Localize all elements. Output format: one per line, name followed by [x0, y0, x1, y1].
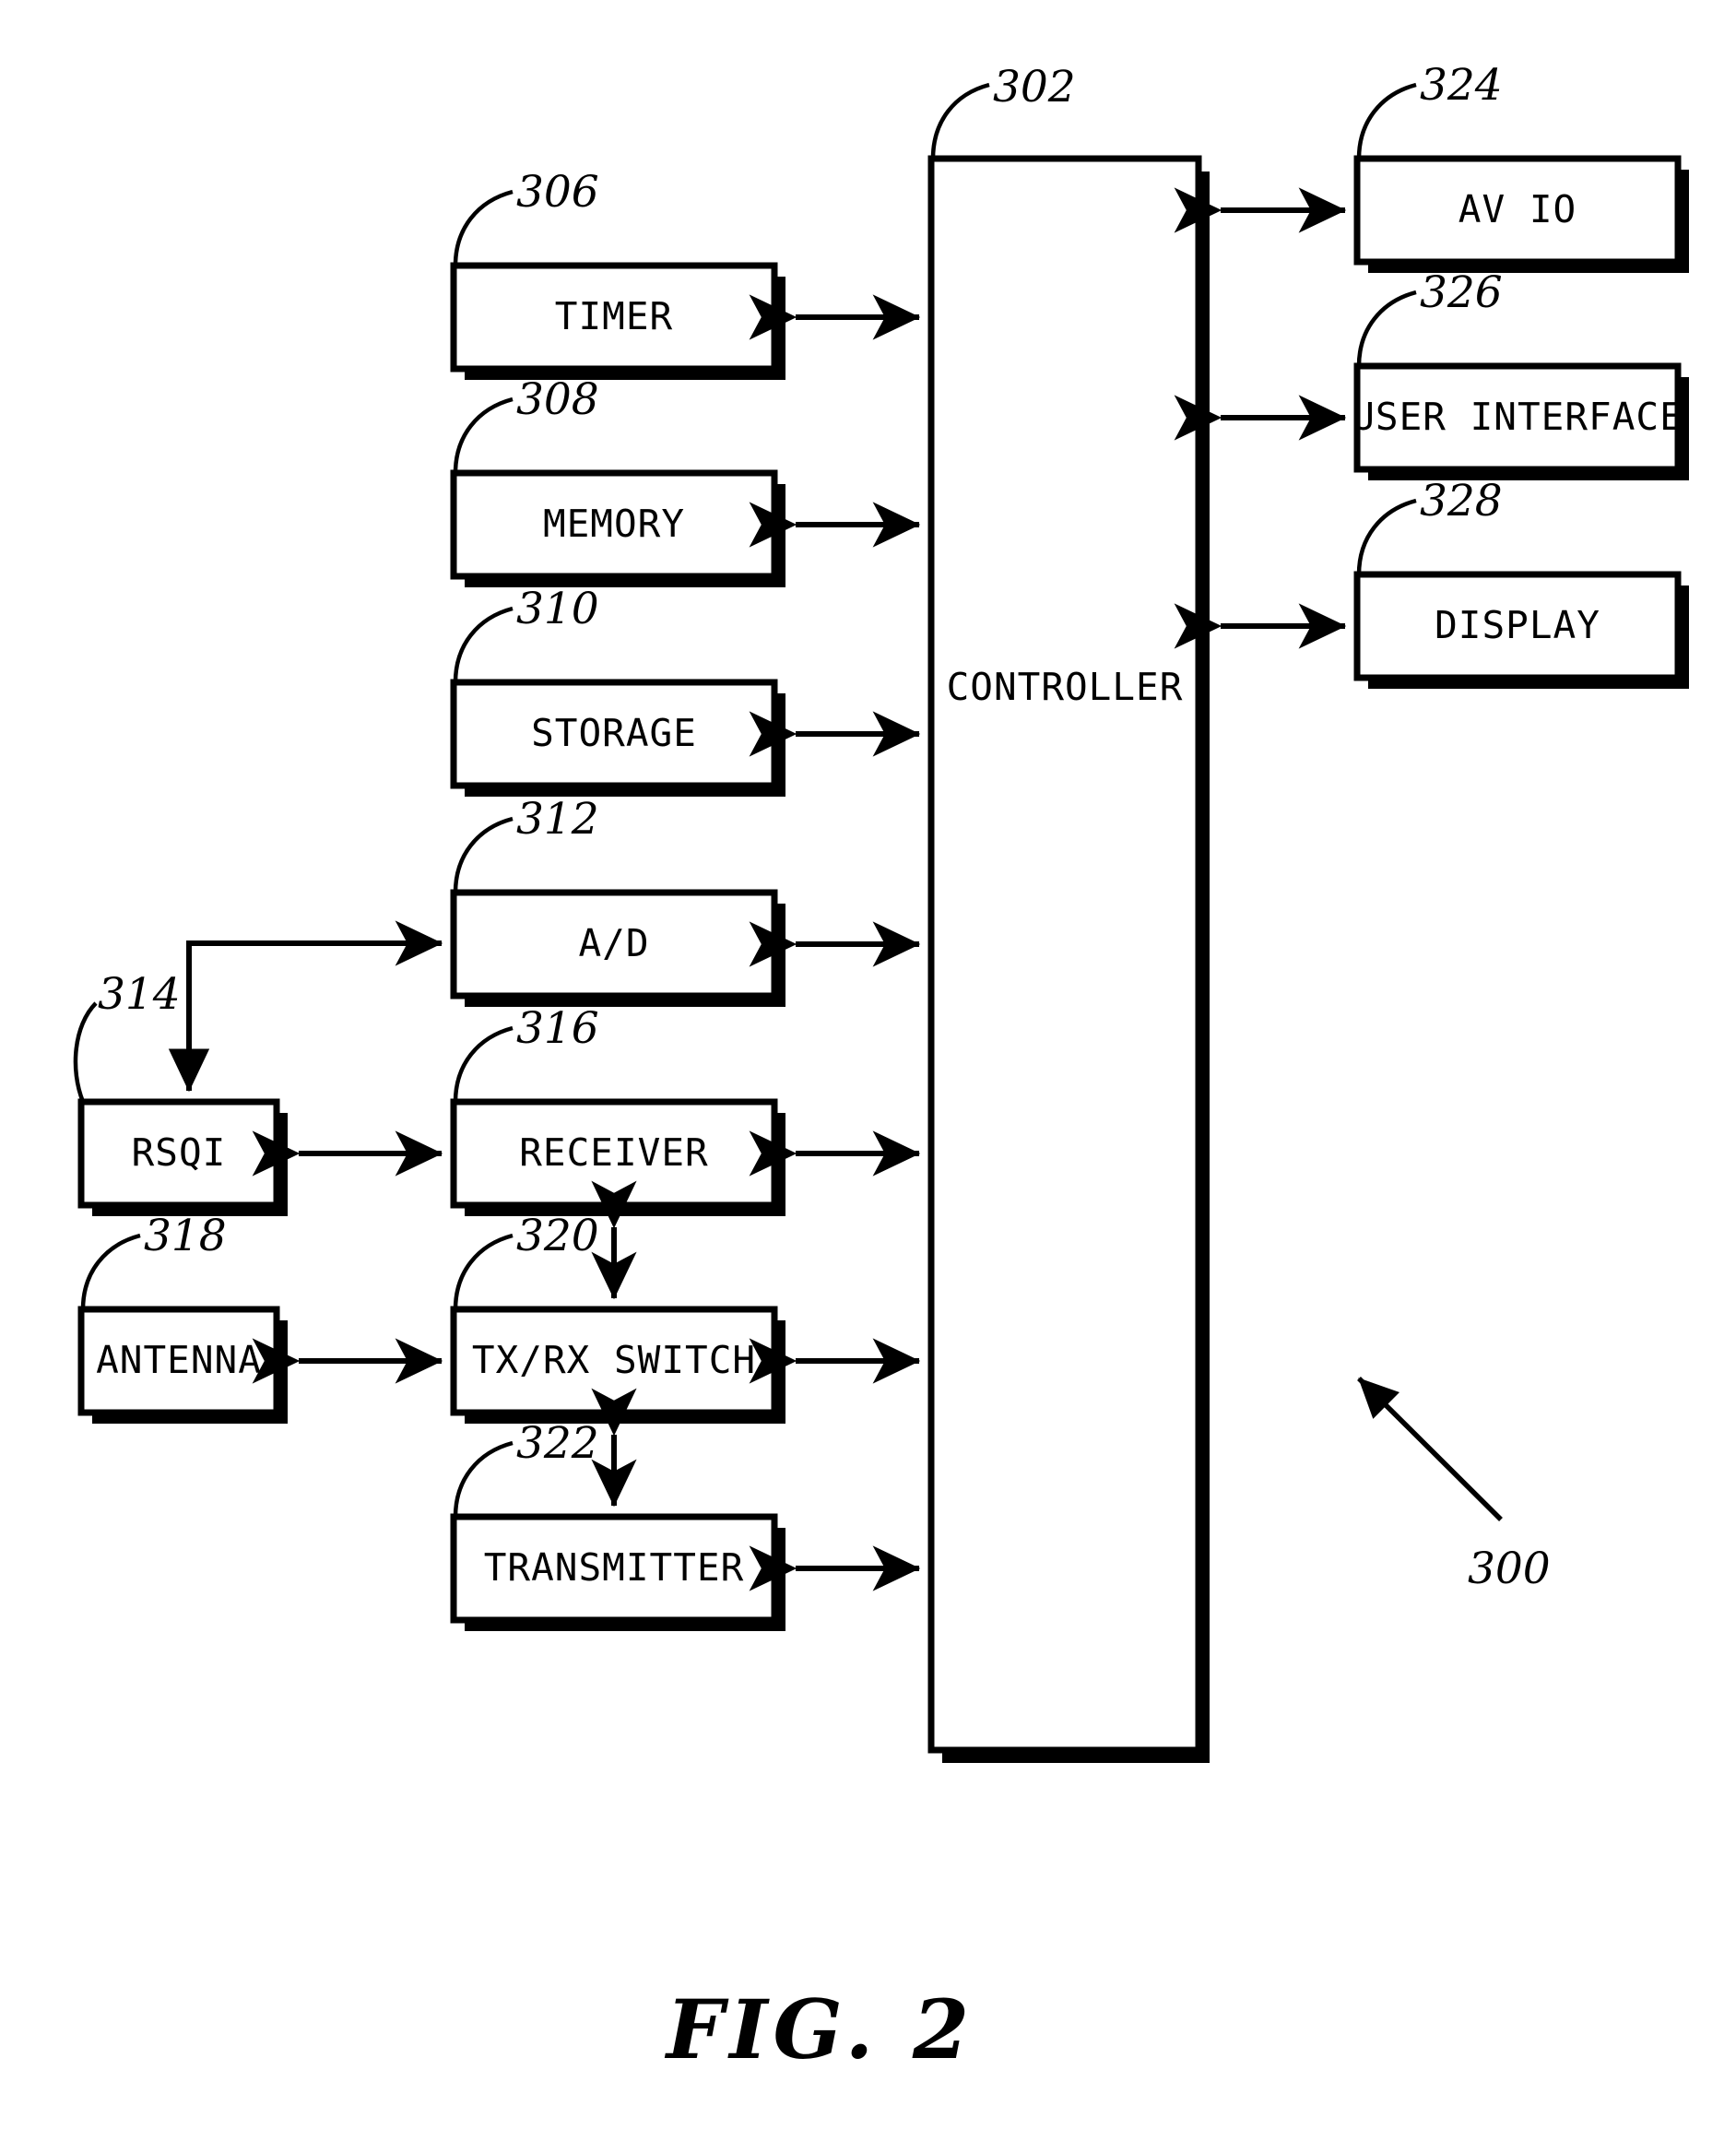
figure-caption: FIG. 2 [664, 1981, 974, 2077]
ref-326-label: 326 [1420, 267, 1503, 318]
ref-318-group: 318 [80, 1211, 227, 1310]
timer-label: TIMER [555, 294, 673, 338]
box-memory[interactable]: MEMORY [450, 469, 785, 587]
ref-300-group: 300 [1357, 1377, 1551, 1594]
ref-306-group: 306 [453, 167, 599, 266]
ui-label: USER INTERFACE [1352, 395, 1683, 439]
display-label: DISPLAY [1435, 603, 1600, 647]
ref-302-leader [930, 82, 990, 160]
box-transmitter[interactable]: TRANSMITTER [450, 1513, 785, 1631]
ref-324-group: 324 [1356, 60, 1503, 160]
ref-310-group: 310 [453, 584, 599, 683]
storage-label: STORAGE [531, 711, 697, 755]
figure-canvas: CONTROLLER 302 TIMER 306 MEMORY 308 STOR… [0, 0, 1736, 2129]
ref-314-label: 314 [98, 969, 181, 1020]
ref-310-label: 310 [516, 584, 599, 634]
controller-label: CONTROLLER [947, 665, 1184, 709]
ref-328-group: 328 [1356, 476, 1503, 575]
ref-308-leader [453, 396, 514, 474]
rsqi-label: RSQI [132, 1130, 227, 1175]
box-timer[interactable]: TIMER [450, 262, 785, 380]
block-diagram-svg: CONTROLLER 302 TIMER 306 MEMORY 308 STOR… [73, 60, 1689, 2077]
box-txrx-switch[interactable]: TX/RX SWITCH [450, 1306, 785, 1424]
ref-328-label: 328 [1420, 476, 1503, 526]
box-ad[interactable]: A/D [450, 889, 785, 1007]
ref-320-group: 320 [453, 1211, 599, 1310]
ref-324-leader [1356, 82, 1417, 160]
box-storage[interactable]: STORAGE [450, 679, 785, 797]
antenna-label: ANTENNA [96, 1338, 262, 1382]
ref-322-leader [453, 1440, 514, 1518]
ad-label: A/D [578, 921, 649, 965]
memory-label: MEMORY [543, 502, 685, 546]
ref-326-leader [1356, 290, 1417, 367]
ref-316-label: 316 [516, 1003, 599, 1054]
ref-302-group: 302 [930, 62, 1076, 160]
ref-302-label: 302 [993, 62, 1076, 112]
box-controller[interactable]: CONTROLLER [927, 155, 1210, 1763]
ref-324-label: 324 [1420, 60, 1503, 111]
ref-328-leader [1356, 498, 1417, 575]
ref-308-label: 308 [516, 374, 599, 425]
ref-312-label: 312 [516, 794, 599, 845]
ref-308-group: 308 [453, 374, 599, 474]
box-rsqi[interactable]: RSQI [77, 1098, 288, 1216]
ref-312-group: 312 [453, 794, 599, 893]
box-user-interface[interactable]: USER INTERFACE [1352, 362, 1689, 480]
ref-306-leader [453, 189, 514, 266]
ref-322-label: 322 [516, 1418, 599, 1469]
box-antenna[interactable]: ANTENNA [77, 1306, 288, 1424]
ref-310-leader [453, 606, 514, 683]
txrx-label: TX/RX SWITCH [472, 1338, 756, 1382]
ref-316-leader [453, 1025, 514, 1103]
ref-306-label: 306 [516, 167, 599, 218]
ref-322-group: 322 [453, 1418, 599, 1518]
box-receiver[interactable]: RECEIVER [450, 1098, 785, 1216]
controller-body [927, 155, 1202, 1754]
ref-300-label: 300 [1468, 1544, 1551, 1594]
ref-316-group: 316 [453, 1003, 599, 1103]
ref-318-leader [80, 1233, 141, 1310]
box-av-io[interactable]: AV IO [1353, 155, 1689, 273]
avio-label: AV IO [1458, 187, 1577, 231]
ref-326-group: 326 [1356, 267, 1503, 367]
ref-312-leader [453, 816, 514, 893]
ref-314-group: 314 [73, 969, 181, 1103]
ref-320-label: 320 [516, 1211, 599, 1261]
connector-rsqi-ad-elbow [168, 920, 443, 1093]
box-display[interactable]: DISPLAY [1353, 571, 1689, 689]
receiver-label: RECEIVER [519, 1130, 708, 1175]
ref-320-leader [453, 1233, 514, 1310]
ref-318-label: 318 [144, 1211, 227, 1261]
ref-314-leader [73, 1001, 98, 1103]
transmitter-label: TRANSMITTER [484, 1545, 745, 1590]
